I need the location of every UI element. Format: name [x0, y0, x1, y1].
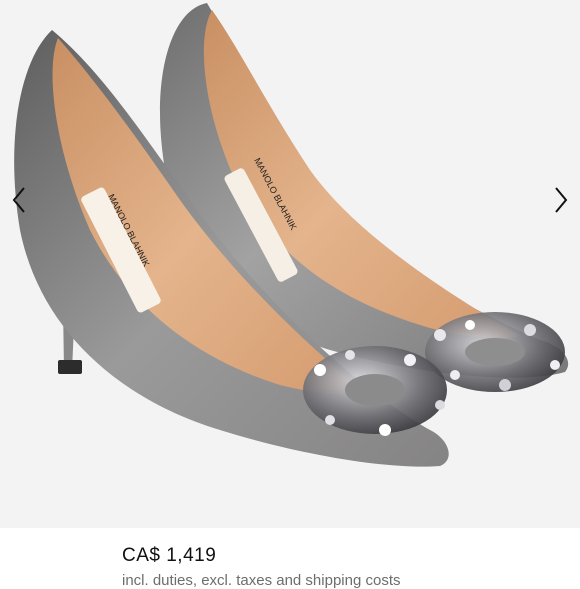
chevron-left-icon: [12, 187, 25, 213]
crystal-buckle-back: [425, 312, 565, 392]
price-note: incl. duties, excl. taxes and shipping c…: [122, 572, 401, 589]
chevron-right-icon: [555, 187, 568, 213]
product-image: MANOLO BLAHNIK MANOLO BLAHNIK: [14, 3, 569, 467]
previous-image-button[interactable]: [0, 180, 40, 220]
product-info: CA$ 1,419 incl. duties, excl. taxes and …: [0, 528, 580, 589]
product-image-gallery: MANOLO BLAHNIK MANOLO BLAHNIK: [0, 0, 580, 528]
product-price: CA$ 1,419: [122, 545, 217, 566]
next-image-button[interactable]: [540, 180, 580, 220]
